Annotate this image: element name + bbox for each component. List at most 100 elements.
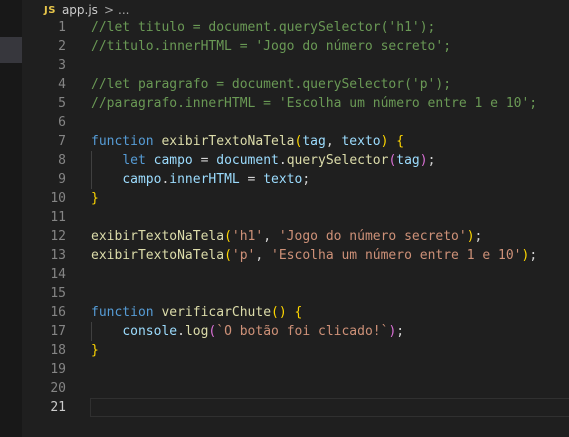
code-token: , [255, 248, 272, 263]
code-line[interactable]: 1 //let titulo = document.querySelector('… [22, 18, 569, 37]
line-number: 11 [50, 210, 66, 225]
code-line[interactable]: 18} [22, 341, 569, 360]
code-token: , [263, 229, 279, 244]
code-token: ; [529, 248, 538, 263]
code-line[interactable]: 6 [22, 113, 569, 132]
code-line[interactable]: 12 exibirTextoNaTela('h1', 'Jogo do númer… [22, 227, 569, 246]
code-text: exibirTextoNaTela('h1', 'Jogo do número … [91, 229, 482, 244]
code-token: document [216, 153, 279, 168]
code-line[interactable]: 4 //let paragrafo = document.querySelecto… [22, 75, 569, 94]
line-number: 10 [50, 191, 66, 206]
code-line[interactable]: 5 //paragrafo.innerHTML = 'Escolha um núm… [22, 94, 569, 113]
line-number: 8 [58, 153, 66, 168]
code-line[interactable]: 20 [22, 379, 569, 398]
code-token: function [91, 134, 154, 149]
activity-bar [0, 0, 22, 437]
line-number: 16 [50, 305, 66, 320]
chevron-right-icon: > [103, 3, 114, 17]
indent-guide [91, 322, 92, 341]
code-token: = [192, 153, 217, 168]
code-line[interactable]: 19 [22, 360, 569, 379]
line-number: 13 [50, 248, 66, 263]
code-token: //let titulo = document.querySelector('h… [91, 20, 436, 35]
code-token: , [325, 134, 342, 149]
code-editor[interactable]: 1 //let titulo = document.querySelector('… [22, 18, 569, 437]
code-token: //let paragrafo = document.querySelector… [91, 77, 452, 92]
code-line[interactable]: 15 [22, 284, 569, 303]
line-number: 21 [50, 400, 66, 415]
code-line[interactable]: 14 [22, 265, 569, 284]
code-token: ) [419, 153, 428, 168]
line-number: 5 [58, 96, 66, 111]
code-token: ; [396, 324, 405, 339]
code-text: } [91, 343, 99, 358]
code-token: texto [341, 134, 381, 149]
line-number: 2 [58, 39, 66, 54]
breadcrumb[interactable]: JS app.js > ... [22, 0, 569, 20]
indent-guide [91, 151, 92, 189]
code-token: log [184, 324, 209, 339]
code-line[interactable]: 13 exibirTextoNaTela('p', 'Escolha um núm… [22, 246, 569, 265]
code-text: function verificarChute() { [91, 305, 302, 320]
code-text: //paragrafo.innerHTML = 'Escolha um núme… [91, 96, 537, 111]
code-line[interactable]: 2 //titulo.innerHTML = 'Jogo do número se… [22, 37, 569, 56]
current-line-highlight [90, 398, 569, 417]
code-token: } [91, 343, 99, 358]
code-token: console [122, 324, 178, 339]
code-token: tag [302, 134, 326, 149]
breadcrumb-file[interactable]: app.js [62, 3, 98, 17]
code-text: //let paragrafo = document.querySelector… [91, 77, 451, 92]
code-text: campo.innerHTML = texto; [91, 172, 310, 187]
code-token: //titulo.innerHTML = 'Jogo do número sec… [91, 39, 452, 54]
line-number: 14 [50, 267, 66, 282]
line-number: 12 [50, 229, 66, 244]
line-number: 9 [58, 172, 66, 187]
code-token: texto [263, 172, 303, 187]
code-line[interactable]: 8 let campo = document.querySelector(tag… [22, 151, 569, 170]
code-line[interactable]: 11 [22, 208, 569, 227]
code-line[interactable]: 17 console.log(`O botão foi clicado!`); [22, 322, 569, 341]
code-token: verificarChute [161, 305, 272, 320]
code-token: 'p' [231, 248, 256, 263]
line-number: 1 [58, 20, 66, 35]
code-line[interactable]: 10} [22, 189, 569, 208]
line-number: 20 [50, 381, 66, 396]
code-token: . [278, 153, 287, 168]
code-token: innerHTML [169, 172, 240, 187]
code-token: function [91, 305, 154, 320]
code-token: exibirTextoNaTela [161, 134, 295, 149]
line-number: 4 [58, 77, 66, 92]
code-line[interactable]: 9 campo.innerHTML = texto; [22, 170, 569, 189]
code-token: ; [427, 153, 436, 168]
code-line[interactable]: 7 function exibirTextoNaTela(tag, texto) … [22, 132, 569, 151]
code-token: let [122, 153, 146, 168]
code-token: exibirTextoNaTela [91, 229, 225, 244]
code-line[interactable]: 21 [22, 398, 569, 417]
code-token: campo [122, 172, 162, 187]
code-token: { [294, 305, 303, 320]
breadcrumb-more[interactable]: ... [118, 3, 129, 17]
line-number: 6 [58, 115, 66, 130]
code-token: ; [474, 229, 483, 244]
code-text: function exibirTextoNaTela(tag, texto) { [91, 134, 404, 149]
code-token: () [271, 305, 287, 320]
activity-bar-active-item[interactable] [0, 37, 22, 63]
code-text: //titulo.innerHTML = 'Jogo do número sec… [91, 39, 451, 54]
code-token: ) [466, 229, 475, 244]
code-token: querySelector [286, 153, 389, 168]
code-token: } [91, 191, 99, 206]
code-text: let campo = document.querySelector(tag); [91, 153, 435, 168]
code-line[interactable]: 16 function verificarChute() { [22, 303, 569, 322]
code-line[interactable]: 3 [22, 56, 569, 75]
code-token: { [396, 134, 405, 149]
code-token: . [177, 324, 185, 339]
code-token: 'Jogo do número secreto' [278, 229, 467, 244]
line-number: 3 [58, 58, 66, 73]
code-token: 'h1' [231, 229, 264, 244]
code-token: //paragrafo.innerHTML = 'Escolha um núme… [91, 96, 538, 111]
